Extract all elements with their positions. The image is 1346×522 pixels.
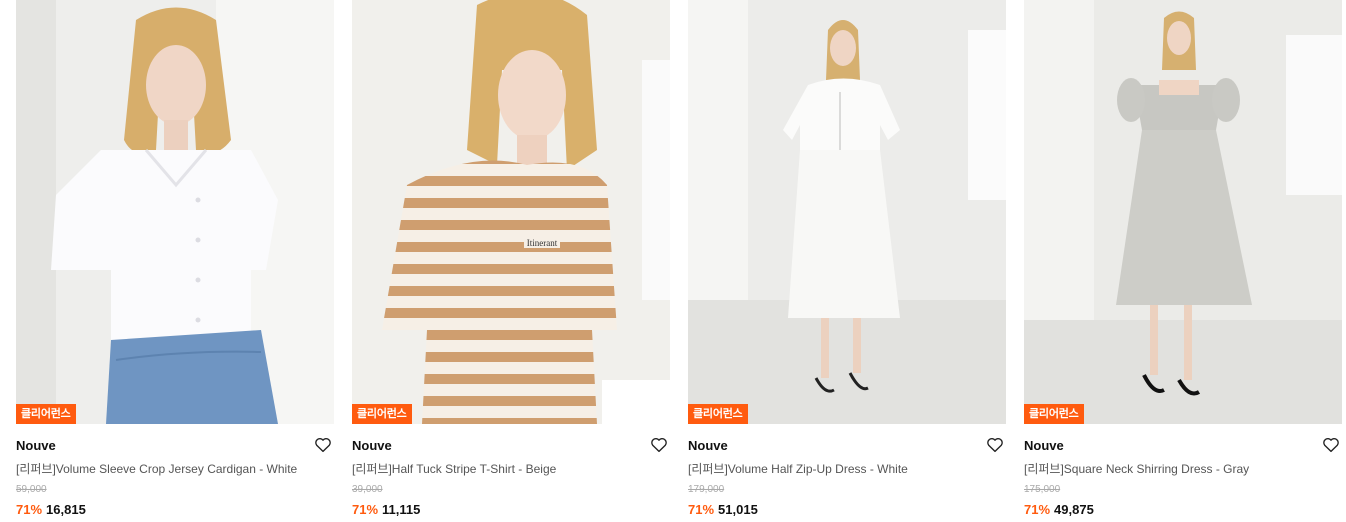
original-price: 175,000 [1024, 484, 1061, 495]
sale-price: 51,015 [718, 502, 758, 517]
brand-name[interactable]: Nouve [688, 438, 1006, 454]
original-price: 179,000 [688, 484, 725, 495]
product-name[interactable]: [리퍼브]Half Tuck Stripe T-Shirt - Beige [352, 461, 670, 477]
discount-rate: 71% [352, 502, 379, 517]
clearance-badge: 클리어런스 [1024, 404, 1084, 424]
heart-outline-icon[interactable] [1322, 436, 1340, 454]
heart-outline-icon[interactable] [986, 436, 1004, 454]
brand-name[interactable]: Nouve [16, 438, 334, 454]
clearance-badge: 클리어런스 [352, 404, 412, 424]
clearance-badge: 클리어런스 [16, 404, 76, 424]
heart-outline-icon[interactable] [314, 436, 332, 454]
brand-name[interactable]: Nouve [352, 438, 670, 454]
product-image[interactable]: 클리어런스 [1024, 0, 1342, 424]
sale-price: 16,815 [46, 502, 86, 517]
product-name[interactable]: [리퍼브]Square Neck Shirring Dress - Gray [1024, 461, 1342, 477]
clearance-badge: 클리어런스 [688, 404, 748, 424]
product-card[interactable]: Itinerant 클리어런스 Nouve [리퍼브]Half Tuck Str… [352, 0, 670, 522]
heart-outline-icon[interactable] [650, 436, 668, 454]
discount-rate: 71% [1024, 502, 1051, 517]
svg-text:Itinerant: Itinerant [527, 238, 558, 248]
product-grid: 클리어런스 Nouve [리퍼브]Volume Sleeve Crop Jers… [0, 0, 1346, 522]
product-name[interactable]: [리퍼브]Volume Half Zip-Up Dress - White [688, 461, 1006, 477]
product-card[interactable]: 클리어런스 Nouve [리퍼브]Volume Half Zip-Up Dres… [688, 0, 1006, 522]
product-image[interactable]: 클리어런스 [688, 0, 1006, 424]
brand-name[interactable]: Nouve [1024, 438, 1342, 454]
sale-price: 11,115 [382, 502, 421, 517]
discount-rate: 71% [16, 502, 43, 517]
discount-rate: 71% [688, 502, 715, 517]
sale-price: 49,875 [1054, 502, 1094, 517]
product-name[interactable]: [리퍼브]Volume Sleeve Crop Jersey Cardigan … [16, 461, 334, 477]
original-price: 39,000 [352, 484, 383, 495]
product-card[interactable]: 클리어런스 Nouve [리퍼브]Volume Sleeve Crop Jers… [16, 0, 334, 522]
product-image[interactable]: Itinerant 클리어런스 [352, 0, 670, 424]
product-image[interactable]: 클리어런스 [16, 0, 334, 424]
product-card[interactable]: 클리어런스 Nouve [리퍼브]Square Neck Shirring Dr… [1024, 0, 1342, 522]
original-price: 59,000 [16, 484, 47, 495]
